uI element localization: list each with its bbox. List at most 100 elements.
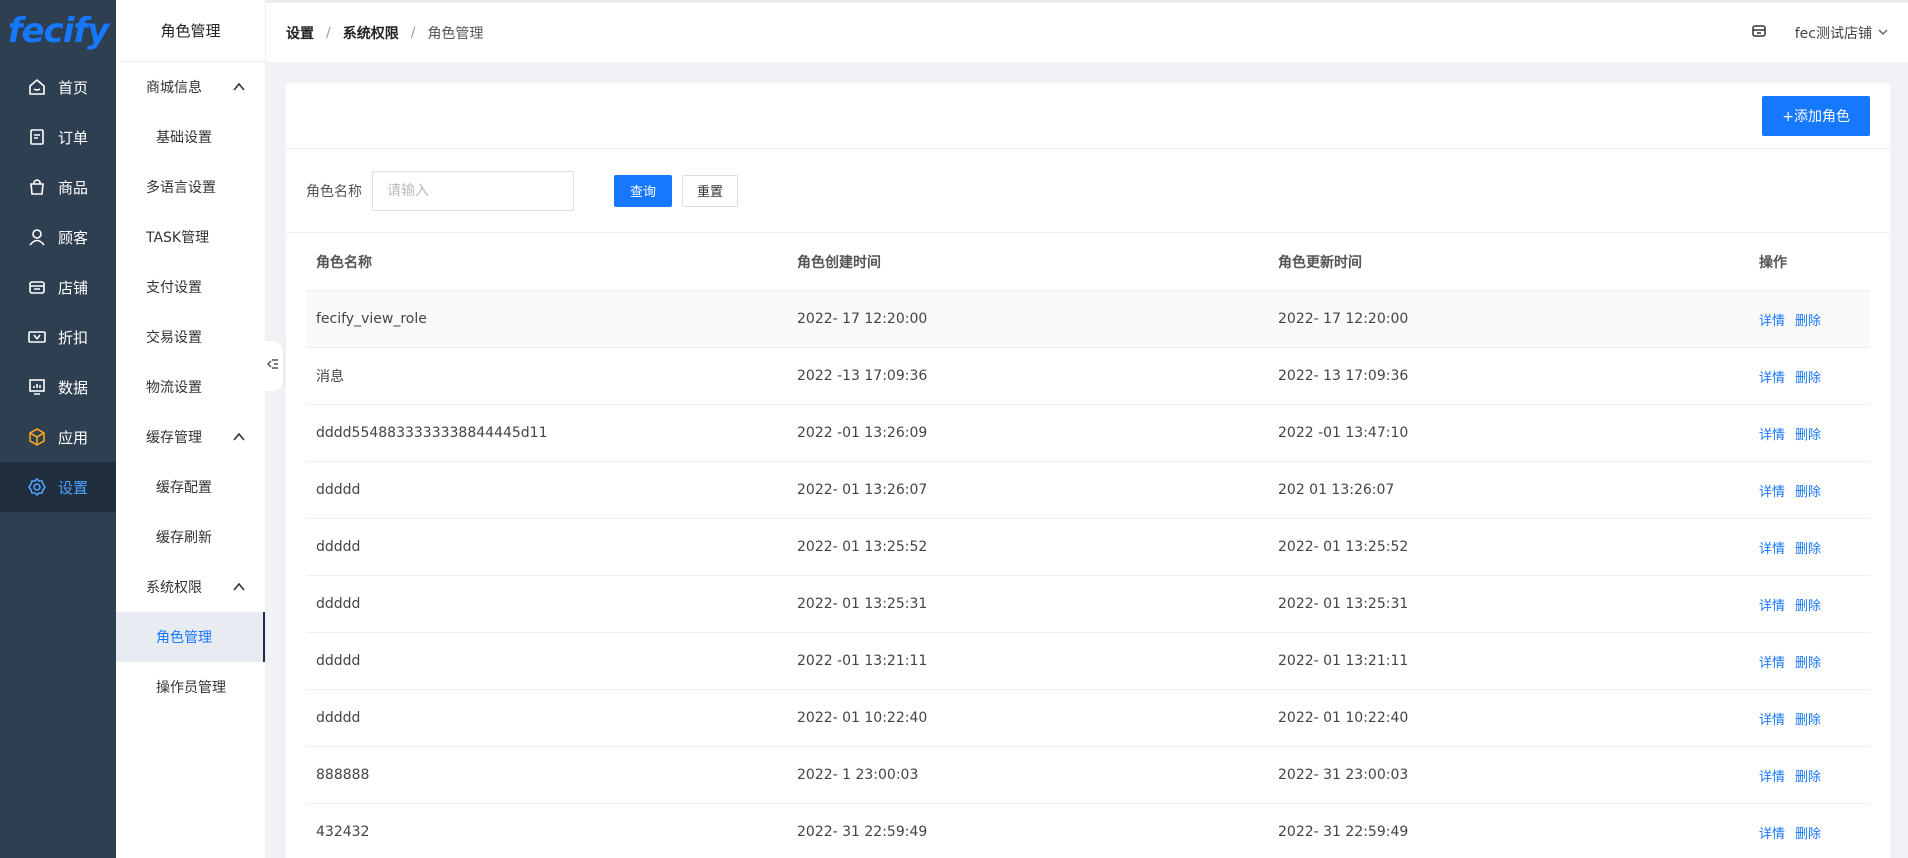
role-name-cell: ddddd [316, 596, 361, 612]
delete-link[interactable]: 删除 [1795, 481, 1821, 500]
nav-item-data[interactable]: 数据 [0, 362, 116, 412]
created-time-cell: 2022- 1 23:00:03 [797, 767, 919, 783]
group-label: 系统权限 [146, 580, 202, 596]
column-header: 角色创建时间 [797, 254, 881, 271]
detail-link[interactable]: 详情 [1759, 538, 1785, 557]
delete-link[interactable]: 删除 [1795, 424, 1821, 443]
delete-link[interactable]: 删除 [1795, 310, 1821, 329]
nav-item-discount[interactable]: 折扣 [0, 312, 116, 362]
ticket-icon [28, 328, 46, 346]
actions-cell: 详情 删除 [1749, 367, 1870, 386]
role-table: 角色名称 角色创建时间 角色更新时间 操作 fecify_view_role 2… [306, 233, 1870, 858]
breadcrumb-separator: / [326, 24, 331, 41]
chevron-up-icon [233, 581, 245, 593]
cube-icon [28, 428, 46, 446]
table-row: ddddd 2022- 01 10:22:40 2022- 01 10:22:4… [306, 690, 1870, 747]
detail-link[interactable]: 详情 [1759, 766, 1785, 785]
submenu-item-basic[interactable]: 基础设置 [116, 112, 265, 162]
table-row: ddddd 2022- 01 13:26:07 202 01 13:26:07 … [306, 462, 1870, 519]
delete-link[interactable]: 删除 [1795, 823, 1821, 842]
updated-time-cell: 2022- 13 17:09:36 [1278, 368, 1409, 384]
submenu-item-logistics[interactable]: 物流设置 [116, 362, 265, 412]
table-row: 消息 2022 -13 17:09:36 2022- 13 17:09:36 详… [306, 348, 1870, 405]
table-row: ddddd 2022- 01 13:25:31 2022- 01 13:25:3… [306, 576, 1870, 633]
actions-cell: 详情 删除 [1749, 652, 1870, 671]
role-name-label: 角色名称 [306, 183, 362, 200]
submenu-item-operator[interactable]: 操作员管理 [116, 662, 265, 712]
logo[interactable]: fecify [0, 0, 116, 62]
delete-link[interactable]: 删除 [1795, 652, 1821, 671]
delete-link[interactable]: 删除 [1795, 766, 1821, 785]
home-icon [28, 78, 46, 96]
table-row: ddddd 2022 -01 13:21:11 2022- 01 13:21:1… [306, 633, 1870, 690]
role-name-cell: ddddd [316, 482, 361, 498]
filter-bar: 角色名称 查询 重置 [286, 149, 1890, 233]
updated-time-cell: 202 01 13:26:07 [1278, 482, 1395, 498]
detail-link[interactable]: 详情 [1759, 709, 1785, 728]
chevron-up-icon [233, 431, 245, 443]
reset-button[interactable]: 重置 [682, 174, 739, 207]
detail-link[interactable]: 详情 [1759, 367, 1785, 386]
submenu-item-task[interactable]: TASK管理 [116, 212, 265, 262]
order-icon [28, 128, 46, 146]
submenu-title: 角色管理 [116, 0, 265, 62]
group-label: 商城信息 [146, 80, 202, 96]
submenu-item-cache-config[interactable]: 缓存配置 [116, 462, 265, 512]
collapse-sidebar-button[interactable] [263, 341, 283, 391]
created-time-cell: 2022 -01 13:26:09 [797, 425, 928, 441]
updated-time-cell: 2022- 17 12:20:00 [1278, 311, 1409, 327]
table-row: fecify_view_role 2022- 17 12:20:00 2022-… [306, 291, 1870, 348]
updated-time-cell: 2022- 31 23:00:03 [1278, 767, 1409, 783]
submenu-item-cache-refresh[interactable]: 缓存刷新 [116, 512, 265, 562]
actions-cell: 详情 删除 [1749, 310, 1870, 329]
submenu-item-lang[interactable]: 多语言设置 [116, 162, 265, 212]
delete-link[interactable]: 删除 [1795, 538, 1821, 557]
submenu-group-mall[interactable]: 商城信息 [116, 62, 265, 112]
add-role-button[interactable]: +添加角色 [1762, 95, 1870, 136]
nav-label: 商品 [58, 178, 89, 197]
detail-link[interactable]: 详情 [1759, 481, 1785, 500]
created-time-cell: 2022 -01 13:21:11 [797, 653, 928, 669]
breadcrumb-settings[interactable]: 设置 [286, 23, 314, 43]
nav-item-store[interactable]: 店铺 [0, 262, 116, 312]
submenu-item-pay[interactable]: 支付设置 [116, 262, 265, 312]
shop-switcher[interactable]: fec测试店铺 [1795, 23, 1888, 43]
delete-link[interactable]: 删除 [1795, 367, 1821, 386]
store-icon [28, 278, 46, 296]
store-icon[interactable] [1751, 23, 1767, 43]
nav-item-customers[interactable]: 顾客 [0, 212, 116, 262]
submenu-group-cache[interactable]: 缓存管理 [116, 412, 265, 462]
actions-cell: 详情 删除 [1749, 481, 1870, 500]
role-name-cell: ddddd [316, 653, 361, 669]
detail-link[interactable]: 详情 [1759, 310, 1785, 329]
nav-label: 应用 [58, 428, 89, 447]
nav-item-orders[interactable]: 订单 [0, 112, 116, 162]
nav-label: 订单 [58, 128, 89, 147]
delete-link[interactable]: 删除 [1795, 595, 1821, 614]
breadcrumb-permissions[interactable]: 系统权限 [343, 23, 399, 43]
settings-submenu: 角色管理 商城信息 基础设置 多语言设置 TASK管理 支付设置 交易设置 物流… [116, 0, 266, 858]
detail-link[interactable]: 详情 [1759, 424, 1785, 443]
actions-cell: 详情 删除 [1749, 823, 1870, 842]
nav-item-settings[interactable]: 设置 [0, 462, 116, 512]
nav-label: 顾客 [58, 228, 89, 247]
detail-link[interactable]: 详情 [1759, 823, 1785, 842]
query-button[interactable]: 查询 [614, 174, 673, 207]
nav-item-apps[interactable]: 应用 [0, 412, 116, 462]
chevron-down-icon [1878, 25, 1888, 41]
submenu-item-trade[interactable]: 交易设置 [116, 312, 265, 362]
role-name-input[interactable] [372, 170, 574, 211]
column-header: 角色名称 [316, 254, 372, 271]
delete-link[interactable]: 删除 [1795, 709, 1821, 728]
detail-link[interactable]: 详情 [1759, 595, 1785, 614]
gear-icon [28, 478, 46, 496]
submenu-group-permissions[interactable]: 系统权限 [116, 562, 265, 612]
nav-item-home[interactable]: 首页 [0, 62, 116, 112]
updated-time-cell: 2022- 01 10:22:40 [1278, 710, 1409, 726]
detail-link[interactable]: 详情 [1759, 652, 1785, 671]
nav-item-products[interactable]: 商品 [0, 162, 116, 212]
shop-name: fec测试店铺 [1794, 25, 1872, 42]
created-time-cell: 2022- 31 22:59:49 [797, 824, 928, 840]
created-time-cell: 2022- 01 10:22:40 [797, 710, 928, 726]
submenu-item-role[interactable]: 角色管理 [116, 612, 265, 662]
